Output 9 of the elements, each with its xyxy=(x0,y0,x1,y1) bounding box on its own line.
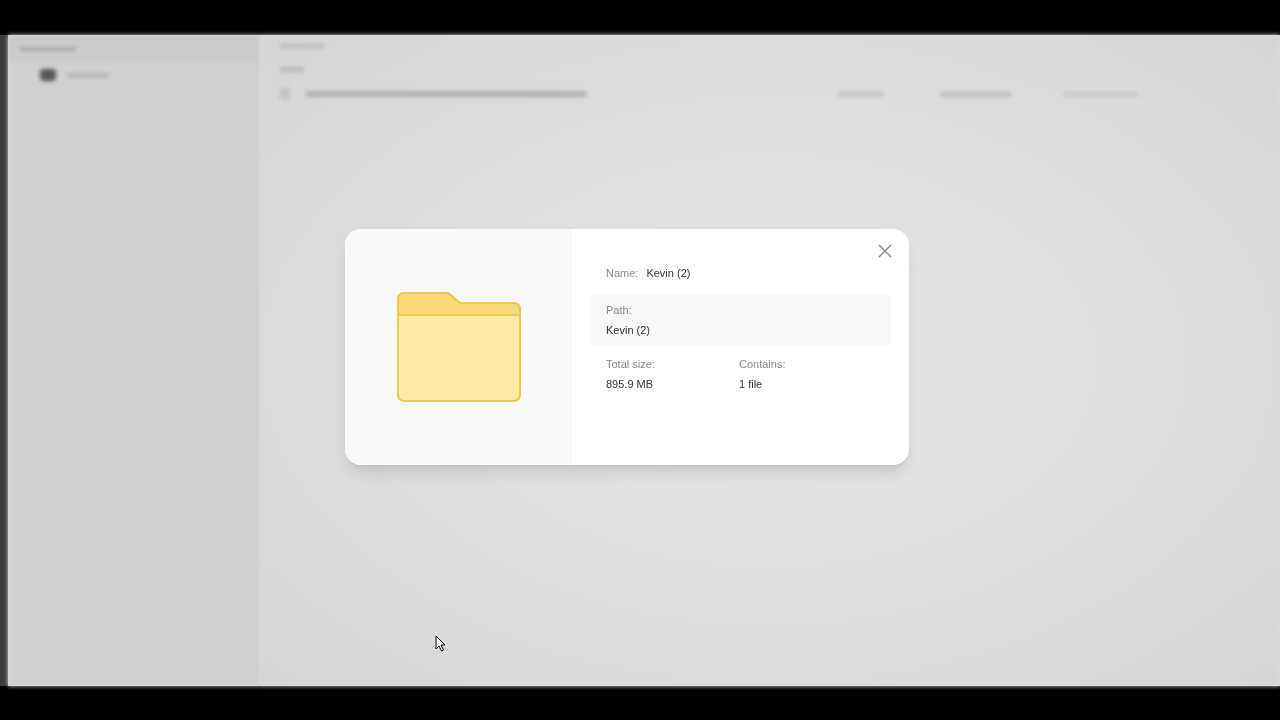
detail-value: 895.9 MB xyxy=(606,376,655,392)
path-value: Kevin (2) xyxy=(606,322,652,338)
detail-label: Total size: xyxy=(606,357,656,372)
path-label: Path: xyxy=(606,303,633,318)
detail-value: 1 file xyxy=(739,376,764,392)
detail-label: Contains: xyxy=(739,357,787,372)
name-label: Name: xyxy=(606,265,639,281)
name-value: Kevin (2) xyxy=(646,265,691,281)
mouse-pointer-icon xyxy=(435,635,446,652)
